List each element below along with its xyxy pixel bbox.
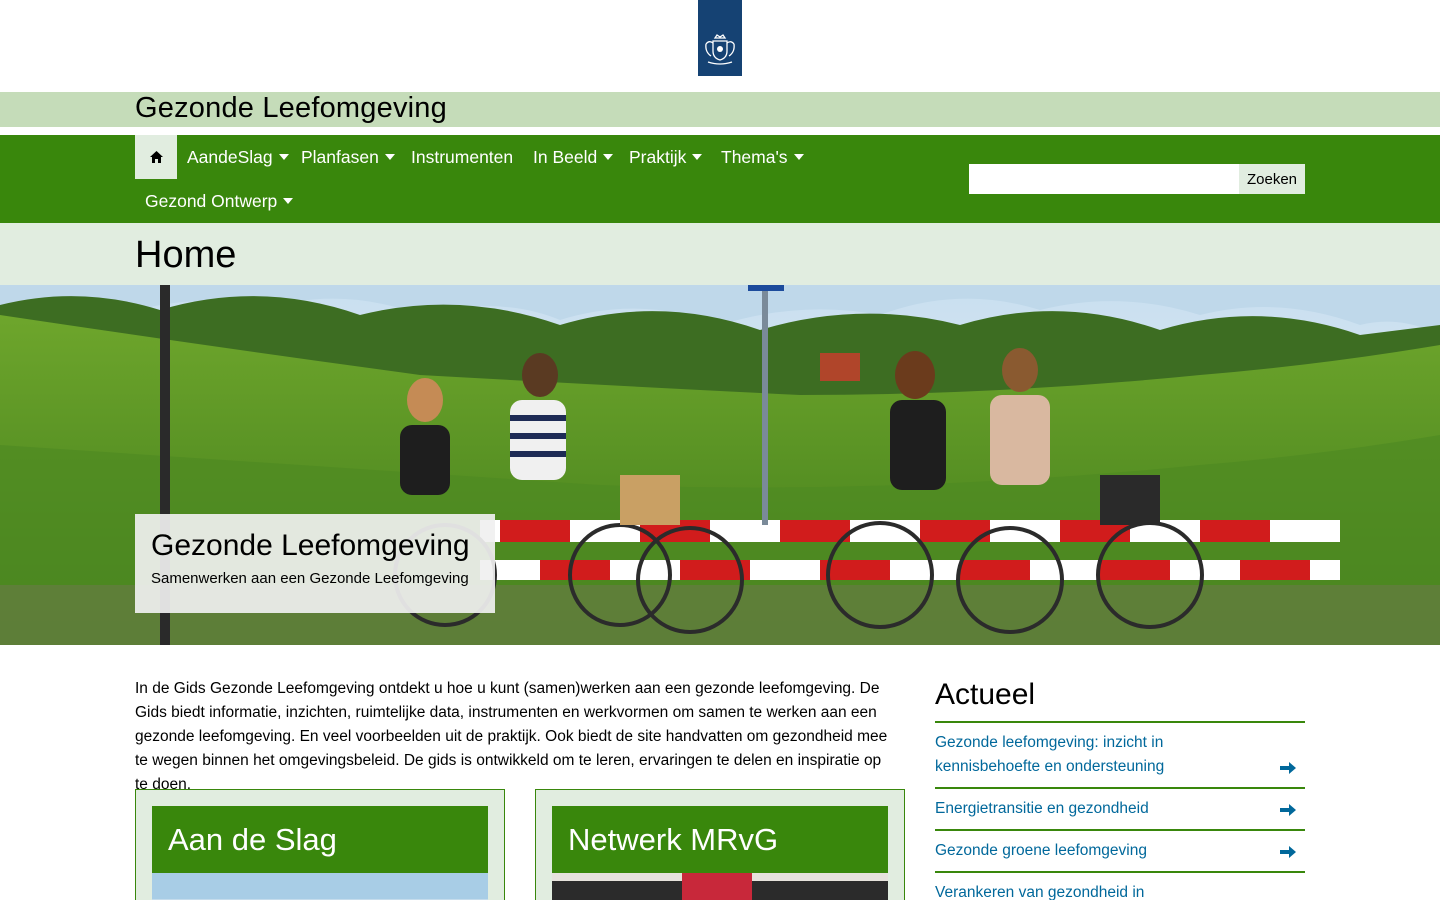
nav-item-label: Thema's xyxy=(721,147,788,167)
hero-caption: Gezonde Leefomgeving Samenwerken aan een… xyxy=(135,514,495,613)
nav-item-aandeslag[interactable]: AandeSlag xyxy=(187,135,289,179)
news-item[interactable]: Energietransitie en gezondheid xyxy=(935,789,1305,831)
arrow-right-circle-icon xyxy=(1280,846,1296,858)
actueel-section: Actueel Gezonde leefomgeving: inzicht in… xyxy=(935,677,1305,900)
arrow-right-circle-icon xyxy=(1280,762,1296,774)
caret-down-icon xyxy=(384,154,395,161)
site-title[interactable]: Gezonde Leefomgeving xyxy=(135,90,447,126)
nav-item-label: In Beeld xyxy=(533,147,598,167)
hero-title: Gezonde Leefomgeving xyxy=(151,529,470,562)
nav-item-in-beeld[interactable]: In Beeld xyxy=(533,135,614,179)
nav-items: AandeSlag Planfasen Instrumenten In Beel… xyxy=(135,135,935,223)
card-netwerk-mrvg[interactable]: Netwerk MRvG xyxy=(535,789,905,900)
nav-item-label: Praktijk xyxy=(629,147,687,167)
card-title: Aan de Slag xyxy=(152,806,488,873)
news-item[interactable]: Verankeren van gezondheid in omgevingspl… xyxy=(935,873,1305,900)
search-input[interactable] xyxy=(969,164,1239,194)
nav-item-planfasen[interactable]: Planfasen xyxy=(301,135,395,179)
logo-bar xyxy=(0,0,1440,92)
nav-item-instrumenten[interactable]: Instrumenten xyxy=(411,135,513,179)
nav-item-label: AandeSlag xyxy=(187,147,273,167)
news-item[interactable]: Gezonde groene leefomgeving xyxy=(935,831,1305,873)
hero-subtitle: Samenwerken aan een Gezonde Leefomgeving xyxy=(151,570,469,587)
news-list: Gezonde leefomgeving: inzicht in kennisb… xyxy=(935,723,1305,900)
caret-down-icon xyxy=(692,154,703,161)
rijksoverheid-logo[interactable] xyxy=(698,0,742,76)
page-title-band: Home xyxy=(0,223,1440,285)
nav-home-button[interactable] xyxy=(135,135,177,179)
card-image xyxy=(552,873,888,900)
nav-item-label: Instrumenten xyxy=(411,147,514,167)
rijksoverheid-crest-icon xyxy=(705,34,735,65)
caret-down-icon xyxy=(793,154,804,161)
caret-down-icon xyxy=(283,198,294,205)
news-item-label: Verankeren van gezondheid in omgevingspl… xyxy=(935,884,1145,900)
news-item-label: Gezonde leefomgeving: inzicht in kennisb… xyxy=(935,734,1165,775)
arrow-right-circle-icon xyxy=(1280,804,1296,816)
news-item-label: Gezonde groene leefomgeving xyxy=(935,842,1147,859)
nav-item-label: Planfasen xyxy=(301,147,379,167)
actueel-title: Actueel xyxy=(935,677,1305,723)
search-button[interactable]: Zoeken xyxy=(1239,164,1305,194)
site-title-band: Gezonde Leefomgeving xyxy=(0,92,1440,127)
news-item-label: Energietransitie en gezondheid xyxy=(935,800,1149,817)
nav-item-themas[interactable]: Thema's xyxy=(721,135,804,179)
card-title: Netwerk MRvG xyxy=(552,806,888,873)
home-icon xyxy=(149,151,163,163)
nav-item-label: Gezond Ontwerp xyxy=(145,191,278,211)
intro-text: In de Gids Gezonde Leefomgeving ontdekt … xyxy=(135,680,888,793)
caret-down-icon xyxy=(603,154,614,161)
page-title: Home xyxy=(135,234,237,276)
card-aan-de-slag[interactable]: Aan de Slag xyxy=(135,789,505,900)
caret-down-icon xyxy=(278,154,289,161)
main-nav: AandeSlag Planfasen Instrumenten In Beel… xyxy=(0,135,1440,223)
search-form: Zoeken xyxy=(969,164,1305,194)
card-image xyxy=(152,873,488,900)
news-item[interactable]: Gezonde leefomgeving: inzicht in kennisb… xyxy=(935,723,1305,789)
nav-item-gezond-ontwerp[interactable]: Gezond Ontwerp xyxy=(145,179,294,223)
hero-image: Gezonde Leefomgeving Samenwerken aan een… xyxy=(0,285,1440,645)
nav-item-praktijk[interactable]: Praktijk xyxy=(629,135,703,179)
